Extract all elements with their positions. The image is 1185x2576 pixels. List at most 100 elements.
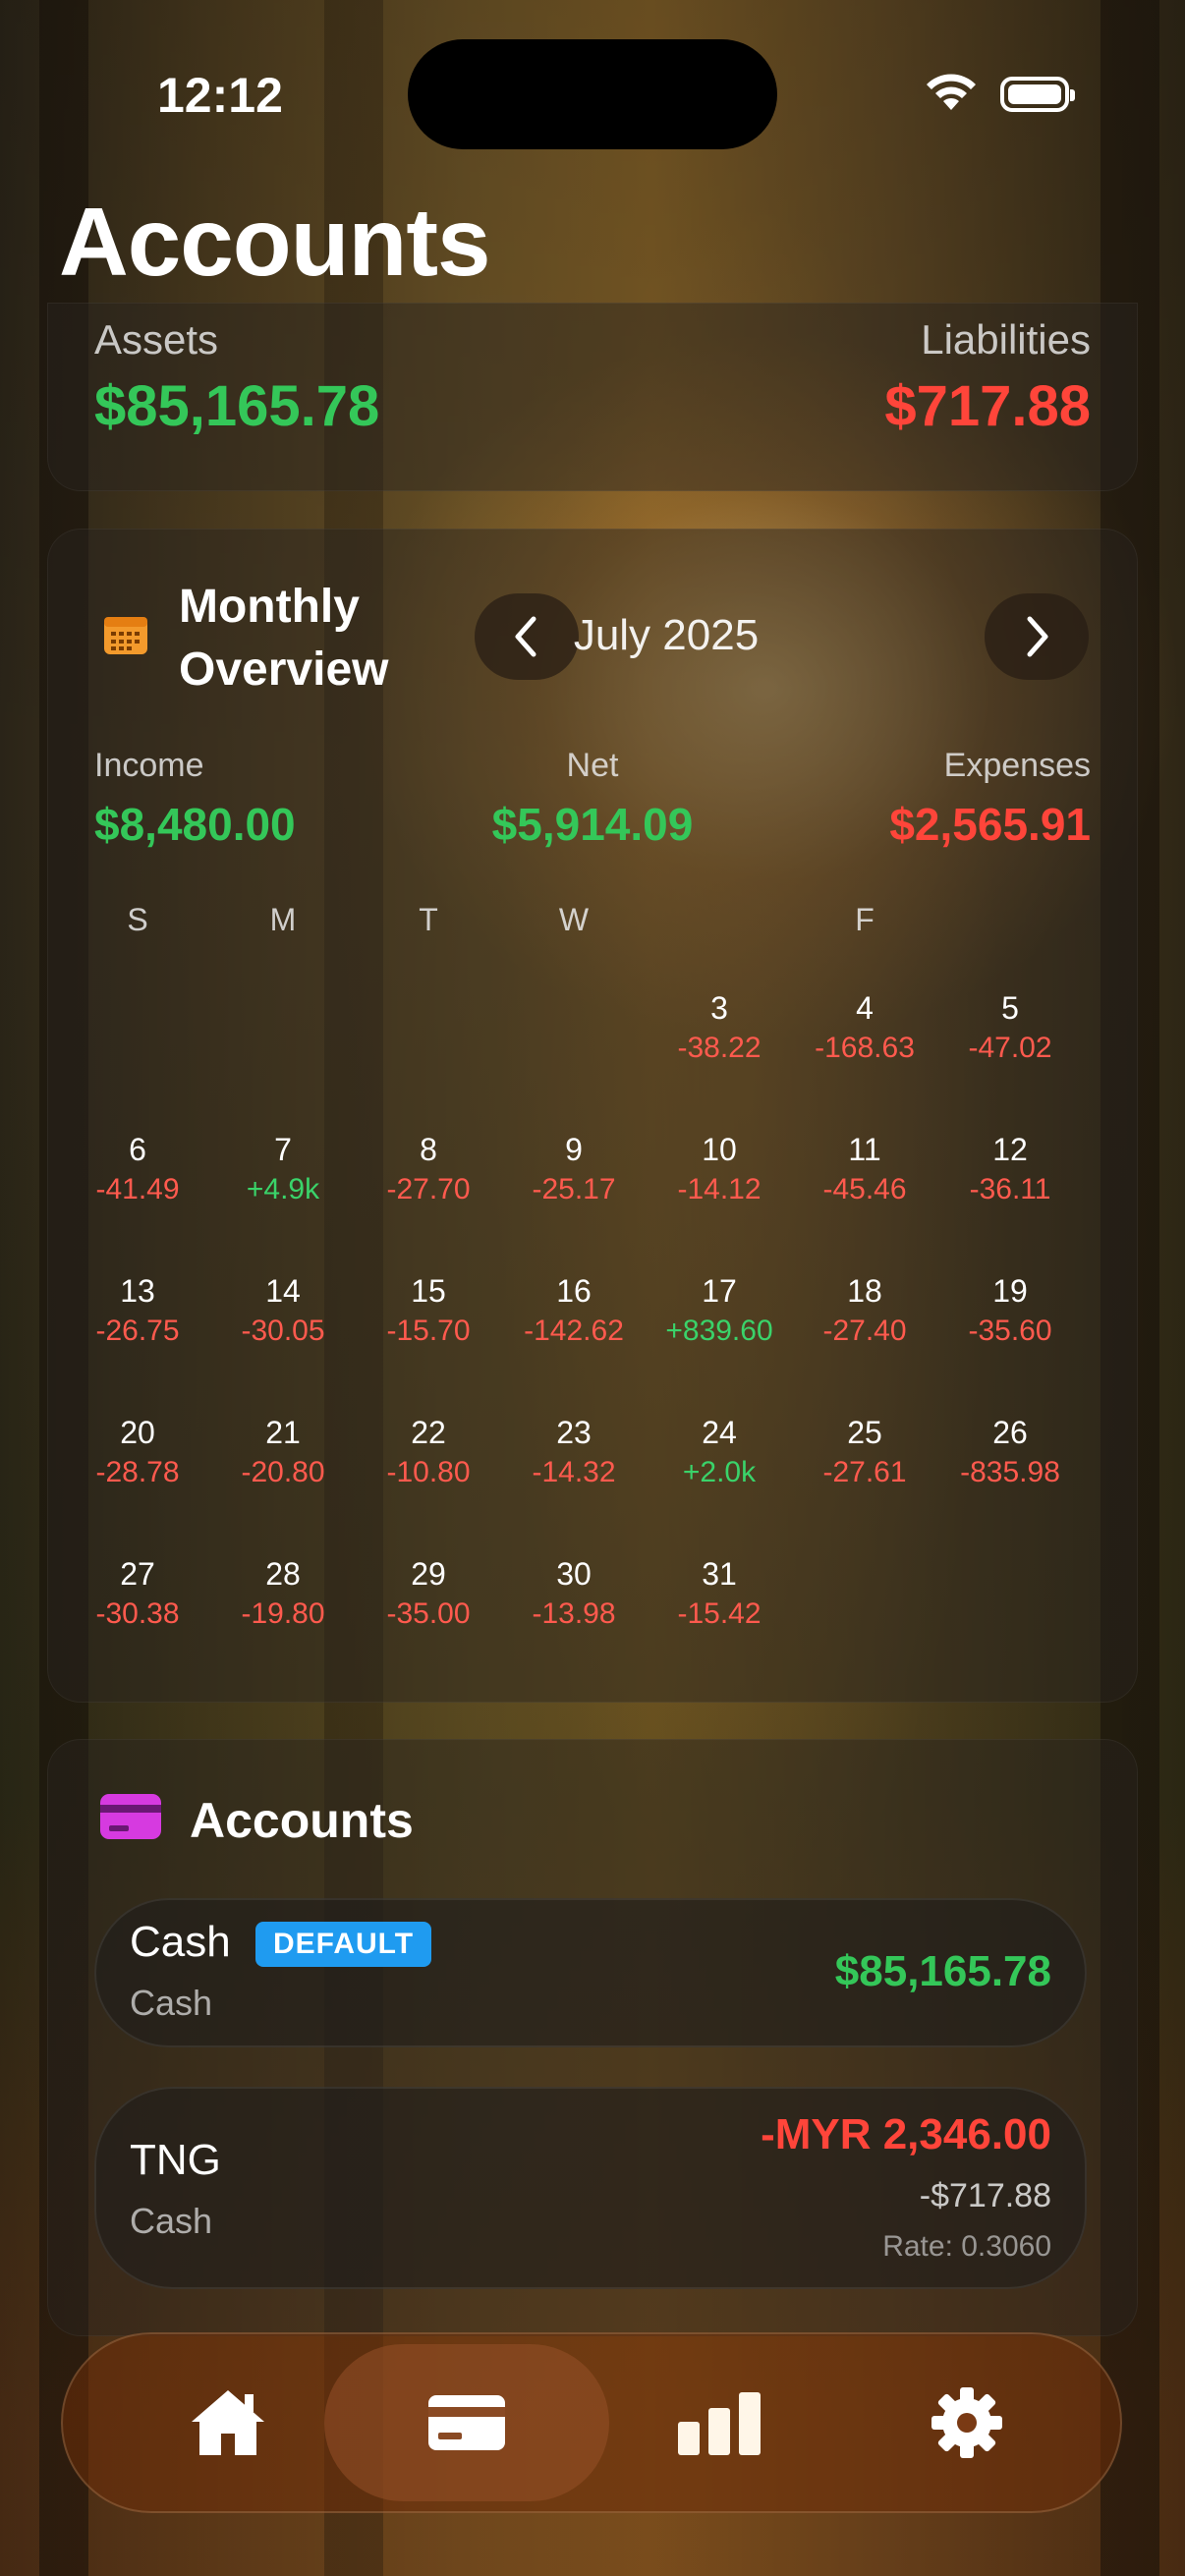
calendar-day[interactable]: 16 -142.62 [501,1273,647,1348]
day-number: 30 [556,1556,592,1592]
weekday-header: F [855,902,875,937]
account-row-cash[interactable]: Cash DEFAULT Cash $85,165.78 [94,1898,1087,2047]
day-amount: -835.98 [960,1456,1060,1488]
monthly-overview-title: Monthly Overview [179,581,389,696]
day-amount: -35.60 [968,1315,1052,1347]
calendar-day[interactable]: 3 -38.22 [647,990,792,1065]
calendar-day[interactable]: 21 -20.80 [210,1415,356,1489]
day-amount: +2.0k [682,1456,757,1488]
calendar-day[interactable]: 12 -36.11 [937,1132,1083,1206]
day-amount: -15.42 [677,1597,762,1630]
tab-bar [61,2332,1122,2513]
day-amount: -47.02 [968,1032,1052,1064]
day-amount: -20.80 [241,1456,325,1488]
calendar-day[interactable]: 31 -15.42 [647,1556,792,1631]
calendar-day[interactable]: 13 -26.75 [65,1273,210,1348]
account-converted-balance: -$717.88 [919,2177,1051,2214]
calendar-day[interactable]: 24 +2.0k [647,1415,792,1489]
assets-liabilities-card: Assets $85,165.78 Liabilities $717.88 [47,303,1138,491]
day-number: 23 [556,1415,592,1450]
calendar-day[interactable]: 11 -45.46 [792,1132,937,1206]
calendar-day[interactable]: 9 -25.17 [501,1132,647,1206]
day-number: 6 [129,1132,146,1167]
day-number: 10 [702,1132,737,1167]
day-amount: +4.9k [246,1173,320,1205]
day-number: 31 [702,1556,737,1592]
calendar-day[interactable]: 18 -27.40 [792,1273,937,1348]
calendar-day[interactable]: 14 -30.05 [210,1273,356,1348]
day-number: 26 [992,1415,1028,1450]
weekday-header: T [419,902,438,937]
day-number: 14 [265,1273,301,1309]
credit-card-icon [100,1794,161,1839]
tab-reports[interactable] [650,2344,788,2501]
day-amount: -14.12 [677,1173,762,1205]
day-amount: -15.70 [386,1315,471,1347]
credit-card-icon [428,2395,505,2450]
day-number: 21 [265,1415,301,1450]
account-name: Cash [130,1918,231,1966]
calendar-day[interactable]: 29 -35.00 [356,1556,501,1631]
net-label: Net [566,747,619,784]
day-number: 16 [556,1273,592,1309]
day-amount: -27.61 [822,1456,907,1488]
net-value: $5,914.09 [491,799,694,850]
day-number: 24 [702,1415,737,1450]
next-month-button[interactable] [985,593,1089,680]
day-amount: +839.60 [665,1315,773,1347]
day-number: 18 [847,1273,882,1309]
assets-value: $85,165.78 [94,374,380,438]
battery-icon [1000,77,1075,112]
day-amount: -19.80 [241,1597,325,1630]
home-icon [192,2390,264,2455]
tab-settings[interactable] [898,2344,1036,2501]
account-type: Cash [130,1983,213,2023]
expenses-label: Expenses [943,747,1091,784]
calendar-day[interactable]: 8 -27.70 [356,1132,501,1206]
account-row-tng[interactable]: TNG Cash -MYR 2,346.00 -$717.88 Rate: 0.… [94,2087,1087,2289]
weekday-header: W [558,902,590,937]
day-number: 19 [992,1273,1028,1309]
expenses-value: $2,565.91 [889,799,1091,850]
calendar-day[interactable]: 10 -14.12 [647,1132,792,1206]
calendar-day[interactable]: 15 -15.70 [356,1273,501,1348]
day-number: 4 [856,990,874,1026]
calendar-day[interactable]: 5 -47.02 [937,990,1083,1065]
calendar-day[interactable]: 4 -168.63 [792,990,937,1065]
calendar-day[interactable]: 7 +4.9k [210,1132,356,1206]
accounts-section-title: Accounts [190,1793,414,1848]
gear-icon [931,2387,1002,2458]
calendar-day[interactable]: 28 -19.80 [210,1556,356,1631]
calendar-day[interactable]: 23 -14.32 [501,1415,647,1489]
day-amount: -45.46 [822,1173,907,1205]
day-number: 15 [411,1273,446,1309]
day-number: 13 [120,1273,155,1309]
weekday-header: S [127,902,148,937]
calendar-day[interactable]: 20 -28.78 [65,1415,210,1489]
liabilities-value: $717.88 [884,374,1091,438]
account-name: TNG [130,2136,221,2184]
calendar-icon [104,617,147,654]
day-amount: -41.49 [95,1173,180,1205]
day-amount: -35.00 [386,1597,471,1630]
bar-chart-icon [678,2392,761,2455]
accounts-card: Accounts Cash DEFAULT Cash $85,165.78 TN… [47,1739,1138,2336]
day-number: 17 [702,1273,737,1309]
day-amount: -30.38 [95,1597,180,1630]
day-number: 27 [120,1556,155,1592]
day-amount: -25.17 [532,1173,616,1205]
calendar-day[interactable]: 25 -27.61 [792,1415,937,1489]
calendar-day[interactable]: 19 -35.60 [937,1273,1083,1348]
calendar-day[interactable]: 30 -13.98 [501,1556,647,1631]
tab-home[interactable] [159,2344,297,2501]
tab-accounts[interactable] [324,2344,609,2501]
day-number: 5 [1001,990,1019,1026]
calendar-day[interactable]: 6 -41.49 [65,1132,210,1206]
calendar-day[interactable]: 22 -10.80 [356,1415,501,1489]
calendar-day[interactable]: 17 +839.60 [647,1273,792,1348]
current-month: July 2025 [573,611,760,659]
day-amount: -38.22 [677,1032,762,1064]
calendar-day[interactable]: 26 -835.98 [937,1415,1083,1489]
day-amount: -26.75 [95,1315,180,1347]
calendar-day[interactable]: 27 -30.38 [65,1556,210,1631]
